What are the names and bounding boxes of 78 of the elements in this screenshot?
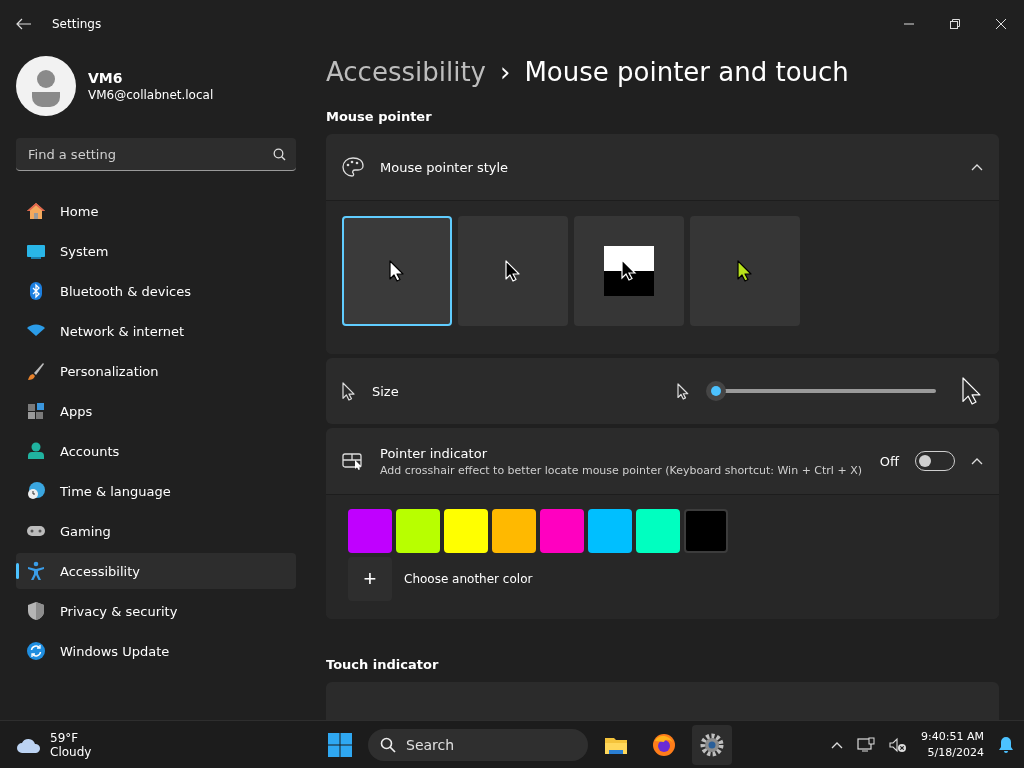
bell-icon[interactable] — [998, 735, 1014, 754]
clock-date[interactable]: 5/18/2024 — [921, 744, 984, 761]
search-field[interactable]: Find a setting — [26, 145, 273, 163]
avatar-icon — [16, 56, 76, 116]
gear-icon[interactable] — [700, 732, 724, 757]
brush-icon — [26, 361, 46, 381]
pointer-icon — [342, 381, 356, 401]
card-label: Pointer indicator — [380, 445, 488, 461]
page-title: Mouse pointer and touch — [524, 56, 849, 87]
small-pointer-icon — [677, 382, 690, 400]
sidebar-item[interactable]: Gaming — [16, 513, 296, 549]
weather-condition: Cloudy — [50, 744, 92, 759]
browser-icon[interactable] — [652, 732, 676, 757]
card-label: Mouse pointer style — [380, 159, 510, 175]
palette-icon — [342, 157, 364, 178]
back-icon[interactable] — [16, 18, 32, 30]
color-swatch[interactable] — [588, 509, 632, 554]
search-icon — [273, 147, 286, 161]
slider-thumb[interactable] — [706, 381, 726, 402]
sync-icon — [26, 641, 46, 661]
taskbar-search[interactable]: Search — [368, 728, 588, 761]
breadcrumb-link[interactable]: Accessibility — [326, 56, 486, 87]
sidebar-item[interactable]: Bluetooth & devices — [16, 273, 296, 309]
color-swatch[interactable] — [396, 509, 440, 554]
sidebar-item[interactable]: Network & internet — [16, 313, 296, 349]
add-color-label: Choose another color — [404, 572, 533, 587]
house-icon — [26, 201, 46, 221]
sidebar-item[interactable]: Accounts — [16, 433, 296, 469]
user-email: VM6@collabnet.local — [88, 88, 214, 102]
chevron-up-icon[interactable] — [831, 740, 844, 749]
pointer-style-option[interactable] — [574, 216, 684, 327]
accessibility-icon — [26, 561, 46, 581]
toggle-state-label: Off — [879, 453, 899, 469]
color-swatch[interactable] — [492, 509, 536, 554]
crosshair-pointer-icon — [342, 451, 364, 472]
weather-temperature: 59°F — [50, 730, 80, 745]
inverted-pointer-icon — [604, 246, 654, 297]
search-box[interactable]: Find a setting — [16, 138, 296, 171]
close-icon[interactable] — [995, 18, 1007, 30]
sidebar-item[interactable]: Time & language — [16, 473, 296, 509]
search-icon — [380, 736, 396, 753]
sidebar-item[interactable]: Home — [16, 193, 296, 229]
color-swatch[interactable] — [684, 509, 728, 554]
restore-icon[interactable] — [949, 18, 961, 30]
user-name: VM6 — [88, 70, 124, 86]
section-heading: Mouse pointer — [326, 109, 433, 125]
speaker-muted-icon[interactable] — [889, 736, 908, 753]
pointer-icon — [389, 260, 405, 283]
sidebar-item[interactable]: Privacy & security — [16, 593, 296, 629]
sidebar-item[interactable]: Apps — [16, 393, 296, 429]
chevron-up-icon[interactable] — [971, 163, 983, 172]
person-icon — [26, 441, 46, 461]
card-description: Add crosshair effect to better locate mouse pointer (Keyboard shortcut: Win + Ctrl + X) — [380, 463, 863, 477]
sidebar-item[interactable]: Accessibility — [16, 553, 296, 589]
window-title: Settings — [52, 17, 102, 31]
breadcrumb-separator: › — [500, 56, 511, 87]
search-label: Search — [406, 736, 455, 753]
color-swatch[interactable] — [444, 509, 488, 554]
globe-clock-icon — [26, 481, 46, 501]
sidebar-item[interactable]: System — [16, 233, 296, 269]
pointer-icon — [737, 260, 753, 283]
network-icon[interactable] — [857, 736, 876, 753]
section-heading: Touch indicator — [326, 657, 440, 673]
add-color-button[interactable]: + — [348, 557, 392, 602]
color-swatch[interactable] — [540, 509, 584, 554]
apps-icon — [26, 401, 46, 421]
sidebar-item[interactable]: Personalization — [16, 353, 296, 389]
chevron-up-icon[interactable] — [971, 457, 983, 466]
pointer-style-option[interactable] — [342, 216, 452, 327]
shield-icon — [26, 601, 46, 621]
windows-icon — [328, 732, 352, 757]
color-swatch[interactable] — [348, 509, 392, 554]
card-label: Size — [372, 383, 400, 399]
clock-time[interactable]: 9:40:51 AM — [921, 728, 984, 745]
large-pointer-icon — [962, 377, 983, 406]
sidebar-item[interactable]: Windows Update — [16, 633, 296, 669]
pointer-icon — [505, 260, 521, 283]
color-swatch[interactable] — [636, 509, 680, 554]
